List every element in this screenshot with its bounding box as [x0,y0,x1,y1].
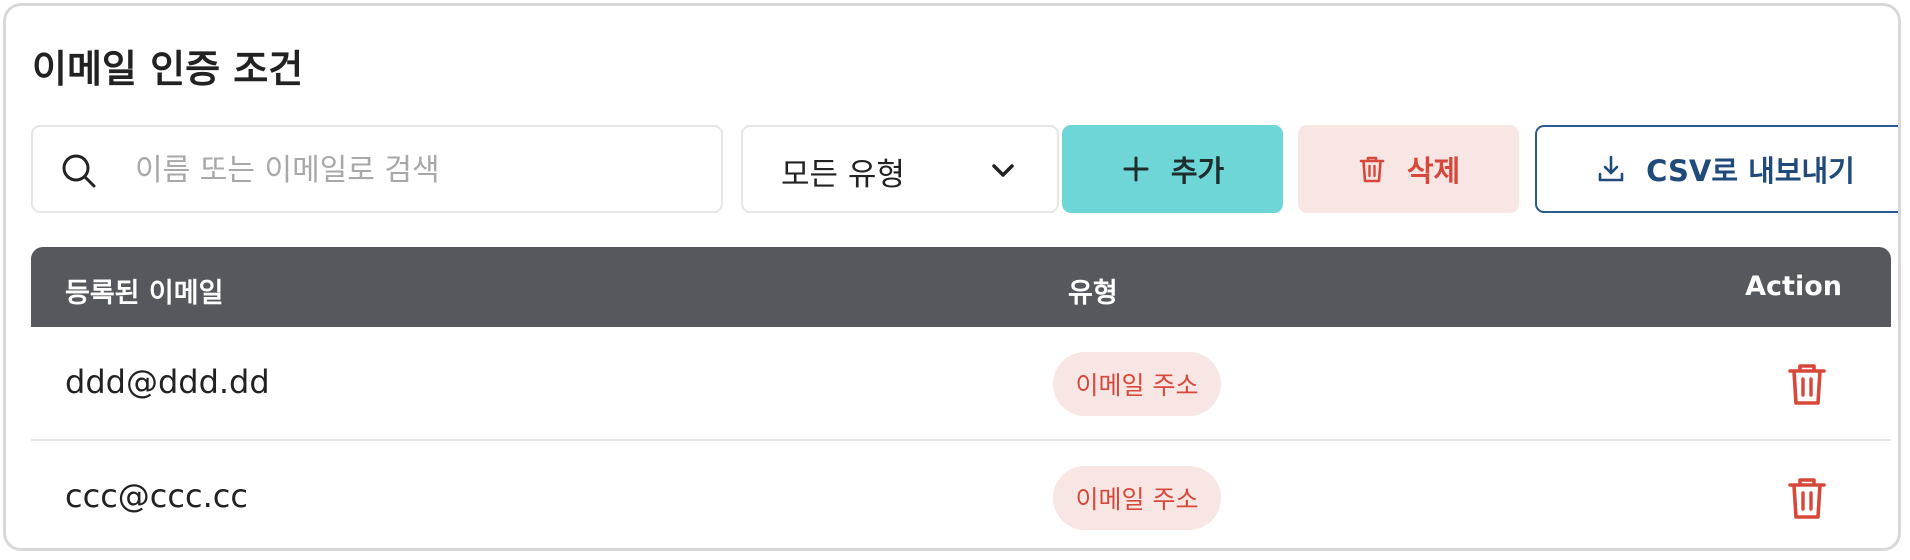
column-header-action: Action [1745,271,1842,302]
search-input[interactable] [133,145,697,195]
add-button[interactable]: 추가 [1062,125,1283,213]
row-email: ddd@ddd.dd [65,363,270,401]
chevron-down-icon [992,164,1014,177]
table-header: 등록된 이메일 유형 Action [31,247,1891,327]
delete-button-label: 삭제 [1406,154,1461,188]
row-email: ccc@ccc.cc [65,477,248,515]
export-csv-button[interactable]: CSV로 내보내기 [1535,125,1898,213]
trash-icon[interactable] [1784,475,1830,521]
type-badge: 이메일 주소 [1053,352,1221,416]
search-icon [62,154,96,188]
email-verification-panel: 이메일 인증 조건 모든 유형 추가 [3,3,1901,551]
plus-icon [1123,156,1149,182]
column-header-type: 유형 [1068,278,1118,309]
delete-button[interactable]: 삭제 [1298,125,1519,213]
page-title: 이메일 인증 조건 [32,47,304,91]
type-badge: 이메일 주소 [1053,466,1221,530]
table-row: ccc@ccc.cc 이메일 주소 [31,441,1891,548]
trash-icon[interactable] [1784,361,1830,407]
type-filter-value: 모든 유형 [781,157,905,193]
column-header-email: 등록된 이메일 [65,278,224,309]
export-csv-label: CSV로 내보내기 [1646,154,1855,188]
download-icon [1598,155,1624,182]
trash-icon [1359,156,1385,183]
add-button-label: 추가 [1170,154,1225,188]
search-box [31,125,723,213]
email-table: 등록된 이메일 유형 Action ddd@ddd.dd 이메일 주소 ccc@… [31,247,1891,548]
type-filter-select[interactable]: 모든 유형 [741,125,1059,213]
table-row: ddd@ddd.dd 이메일 주소 [31,327,1891,441]
